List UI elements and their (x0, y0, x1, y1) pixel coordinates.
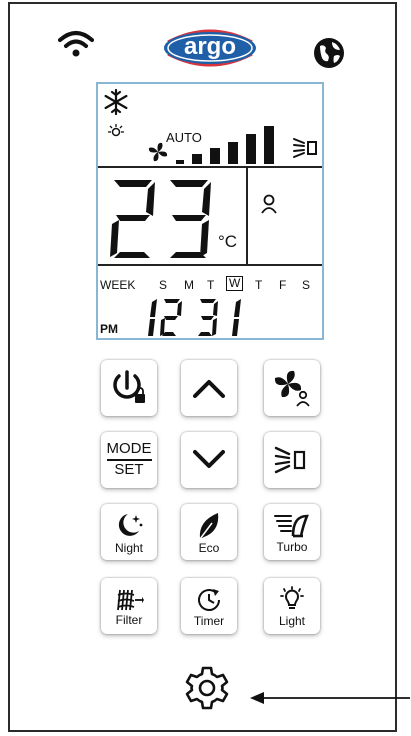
temperature-unit: °C (218, 232, 238, 251)
swing-button[interactable] (264, 432, 320, 488)
light-button[interactable]: Light (264, 578, 320, 634)
mode-label: MODE (106, 441, 152, 461)
day-sunday: S (159, 278, 168, 292)
timer-button[interactable]: Timer (181, 578, 237, 634)
light-label: Light (278, 613, 306, 628)
fan-speed-button[interactable] (264, 360, 320, 416)
wifi-icon[interactable] (56, 28, 96, 60)
temperature-up-button[interactable] (181, 360, 237, 416)
globe-icon[interactable] (312, 36, 346, 70)
leaf-icon (199, 512, 219, 539)
pointer-arrow (250, 690, 410, 706)
light-indicator-icon (108, 124, 124, 140)
swing-indicator-icon (292, 136, 320, 160)
day-thursday: T (255, 278, 263, 292)
fan-bar-1 (176, 160, 184, 164)
filter-label: Filter (115, 612, 143, 627)
day-tuesday: T (207, 278, 215, 292)
person-icon (260, 194, 278, 214)
day-monday: M (184, 278, 194, 292)
day-wednesday-selected: W (226, 276, 244, 291)
chevron-up-icon (193, 380, 225, 398)
fan-bar-4 (228, 142, 238, 164)
fan-person-icon (274, 370, 310, 407)
day-friday: F (279, 278, 287, 292)
fan-bar-3 (210, 148, 220, 164)
logo-text: argo (183, 33, 236, 60)
eco-label: Eco (198, 540, 220, 555)
settings-gear-icon[interactable] (183, 664, 231, 712)
timer-icon (198, 588, 220, 611)
eco-button[interactable]: Eco (181, 504, 237, 560)
lightbulb-icon (280, 585, 304, 609)
fan-bar-6 (264, 126, 274, 164)
night-button[interactable]: Night (101, 504, 157, 560)
fan-bar-5 (246, 134, 256, 164)
turbo-label: Turbo (276, 539, 308, 554)
week-label: WEEK (100, 278, 136, 292)
set-label: SET (114, 461, 144, 478)
snowflake-icon (102, 88, 130, 116)
filter-icon (117, 589, 144, 610)
moon-stars-icon (118, 513, 143, 536)
fan-speed-bars (176, 124, 276, 164)
mode-set-button[interactable]: MODE SET (101, 432, 157, 488)
clock-display (140, 298, 250, 338)
filter-button[interactable]: Filter (101, 578, 157, 634)
argo-logo: argo (158, 24, 262, 72)
power-lock-button[interactable] (101, 360, 157, 416)
turbo-icon (274, 514, 309, 537)
lcd-divider-vertical (246, 166, 248, 266)
lcd-divider-bottom (98, 264, 322, 266)
turbo-button[interactable]: Turbo (264, 504, 320, 560)
lcd-divider-top (98, 166, 322, 168)
power-icon (113, 370, 145, 403)
temperature-display (104, 178, 224, 262)
swing-icon (274, 446, 306, 474)
day-saturday: S (302, 278, 311, 292)
timer-label: Timer (193, 613, 225, 628)
night-label: Night (114, 540, 143, 555)
chevron-down-icon (193, 450, 225, 468)
ampm-indicator: PM (100, 322, 118, 336)
fan-bar-2 (192, 154, 202, 164)
temperature-down-button[interactable] (181, 432, 237, 488)
